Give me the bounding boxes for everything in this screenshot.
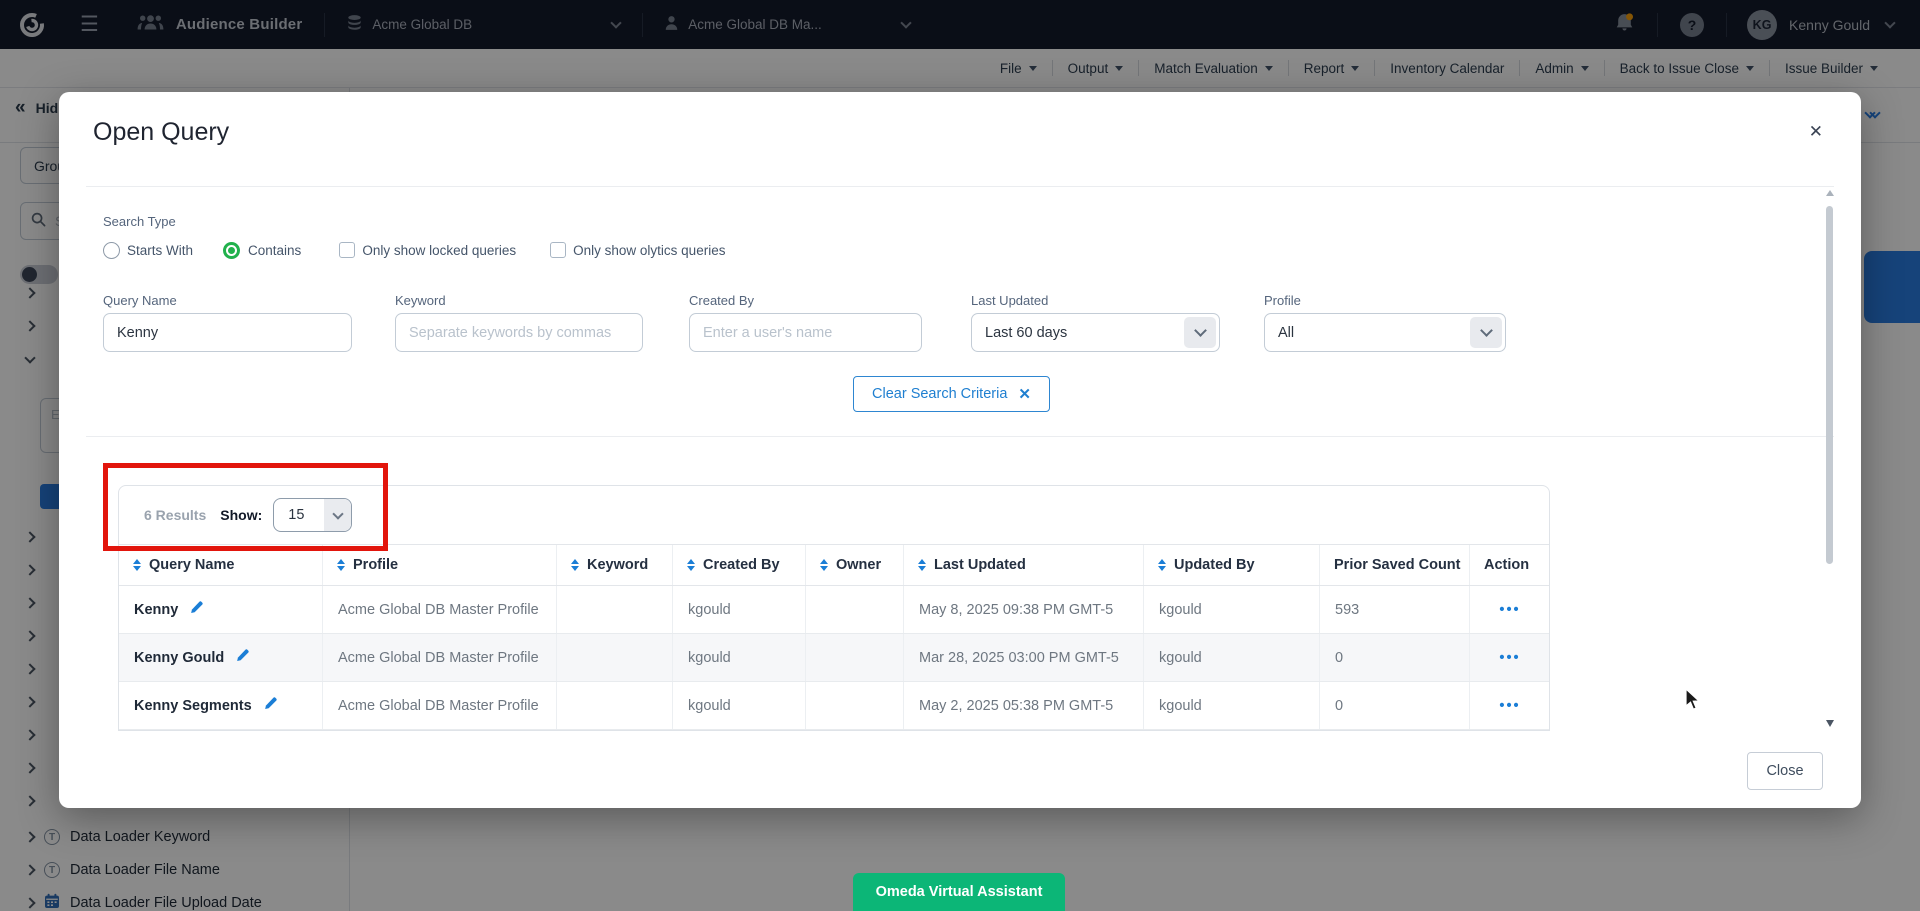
cell-owner xyxy=(806,682,904,729)
query-name-link[interactable]: Kenny Gould xyxy=(134,650,224,666)
cell-last-updated: May 2, 2025 05:38 PM GMT-5 xyxy=(904,682,1144,729)
column-header-last-updated[interactable]: Last Updated xyxy=(904,545,1144,585)
search-type-label: Search Type xyxy=(103,214,176,229)
modal-title: Open Query xyxy=(93,118,229,147)
sort-icon[interactable] xyxy=(571,559,579,571)
modal-divider xyxy=(86,186,1834,187)
modal-divider xyxy=(86,436,1834,437)
column-header-keyword[interactable]: Keyword xyxy=(557,545,673,585)
profile-label: Profile xyxy=(1264,293,1301,308)
table-row[interactable]: Kenny Segments Acme Global DB Master Pro… xyxy=(119,682,1549,730)
query-name-label: Query Name xyxy=(103,293,177,308)
sort-icon[interactable] xyxy=(918,559,926,571)
scroll-up-arrow[interactable] xyxy=(1826,190,1834,196)
query-name-input[interactable] xyxy=(103,313,352,352)
cell-prior-saved-count: 0 xyxy=(1320,682,1470,729)
mouse-cursor-icon xyxy=(1684,688,1702,717)
close-button[interactable]: Close xyxy=(1747,752,1823,790)
cell-prior-saved-count: 0 xyxy=(1320,634,1470,681)
cell-last-updated: Mar 28, 2025 03:00 PM GMT-5 xyxy=(904,634,1144,681)
row-actions-button[interactable]: ••• xyxy=(1470,682,1550,729)
sort-icon[interactable] xyxy=(133,559,141,571)
column-header-query-name[interactable]: Query Name xyxy=(119,545,323,585)
cell-owner xyxy=(806,586,904,633)
cell-updated-by: kgould xyxy=(1144,634,1320,681)
created-by-label: Created By xyxy=(689,293,754,308)
checkbox-olytics-queries[interactable] xyxy=(550,242,566,258)
checkbox-label[interactable]: Only show locked queries xyxy=(362,243,516,258)
sort-icon[interactable] xyxy=(820,559,828,571)
radio-starts-with[interactable] xyxy=(103,242,120,259)
sort-icon[interactable] xyxy=(337,559,345,571)
open-query-modal: Open Query ✕ Search Type Starts With Con… xyxy=(59,92,1861,808)
last-updated-value: Last 60 days xyxy=(985,325,1067,341)
clear-x-icon: ✕ xyxy=(1018,385,1031,403)
cell-created-by: kgould xyxy=(673,634,806,681)
cell-keyword xyxy=(557,634,673,681)
keyword-input[interactable] xyxy=(395,313,643,352)
column-header-profile[interactable]: Profile xyxy=(323,545,557,585)
omeda-virtual-assistant-button[interactable]: Omeda Virtual Assistant xyxy=(853,873,1065,911)
sort-icon[interactable] xyxy=(1158,559,1166,571)
clear-search-criteria-button[interactable]: Clear Search Criteria ✕ xyxy=(853,376,1050,412)
last-updated-select[interactable]: Last 60 days xyxy=(971,313,1220,352)
row-actions-button[interactable]: ••• xyxy=(1470,586,1550,633)
column-header-updated-by[interactable]: Updated By xyxy=(1144,545,1320,585)
cell-keyword xyxy=(557,682,673,729)
edit-pencil-icon[interactable] xyxy=(189,600,204,619)
table-row[interactable]: Kenny Gould Acme Global DB Master Profil… xyxy=(119,634,1549,682)
scroll-down-arrow[interactable] xyxy=(1826,720,1834,727)
cell-created-by: kgould xyxy=(673,682,806,729)
cell-updated-by: kgould xyxy=(1144,586,1320,633)
column-header-owner[interactable]: Owner xyxy=(806,545,904,585)
cell-profile: Acme Global DB Master Profile xyxy=(323,682,557,729)
query-name-link[interactable]: Kenny Segments xyxy=(134,698,252,714)
radio-contains-selected[interactable] xyxy=(223,242,240,259)
cell-profile: Acme Global DB Master Profile xyxy=(323,634,557,681)
cell-profile: Acme Global DB Master Profile xyxy=(323,586,557,633)
row-actions-button[interactable]: ••• xyxy=(1470,634,1550,681)
created-by-input[interactable] xyxy=(689,313,922,352)
scrollbar-thumb[interactable] xyxy=(1826,206,1833,564)
annotation-highlight-box xyxy=(103,463,388,551)
edit-pencil-icon[interactable] xyxy=(263,696,278,715)
cell-created-by: kgould xyxy=(673,586,806,633)
search-filter-row: Starts With Contains Only show locked qu… xyxy=(103,241,725,259)
cell-prior-saved-count: 593 xyxy=(1320,586,1470,633)
profile-select[interactable]: All xyxy=(1264,313,1506,352)
chevron-down-icon[interactable] xyxy=(1184,317,1216,348)
close-icon[interactable]: ✕ xyxy=(1809,122,1823,142)
column-header-action: Action xyxy=(1470,545,1550,585)
query-name-link[interactable]: Kenny xyxy=(134,602,178,618)
chevron-down-icon[interactable] xyxy=(1470,317,1502,348)
table-row[interactable]: Kenny Acme Global DB Master Profile kgou… xyxy=(119,586,1549,634)
profile-value: All xyxy=(1278,325,1294,341)
sort-icon[interactable] xyxy=(687,559,695,571)
modal-scrollbar[interactable] xyxy=(1824,190,1836,730)
checkbox-locked-queries[interactable] xyxy=(339,242,355,258)
cell-last-updated: May 8, 2025 09:38 PM GMT-5 xyxy=(904,586,1144,633)
edit-pencil-icon[interactable] xyxy=(235,648,250,667)
radio-label[interactable]: Contains xyxy=(248,243,301,258)
cell-updated-by: kgould xyxy=(1144,682,1320,729)
cell-owner xyxy=(806,634,904,681)
cell-keyword xyxy=(557,586,673,633)
last-updated-label: Last Updated xyxy=(971,293,1048,308)
radio-label[interactable]: Starts With xyxy=(127,243,193,258)
column-header-prior-saved-count: Prior Saved Count xyxy=(1320,545,1470,585)
checkbox-label[interactable]: Only show olytics queries xyxy=(573,243,725,258)
column-header-created-by[interactable]: Created By xyxy=(673,545,806,585)
keyword-label: Keyword xyxy=(395,293,446,308)
